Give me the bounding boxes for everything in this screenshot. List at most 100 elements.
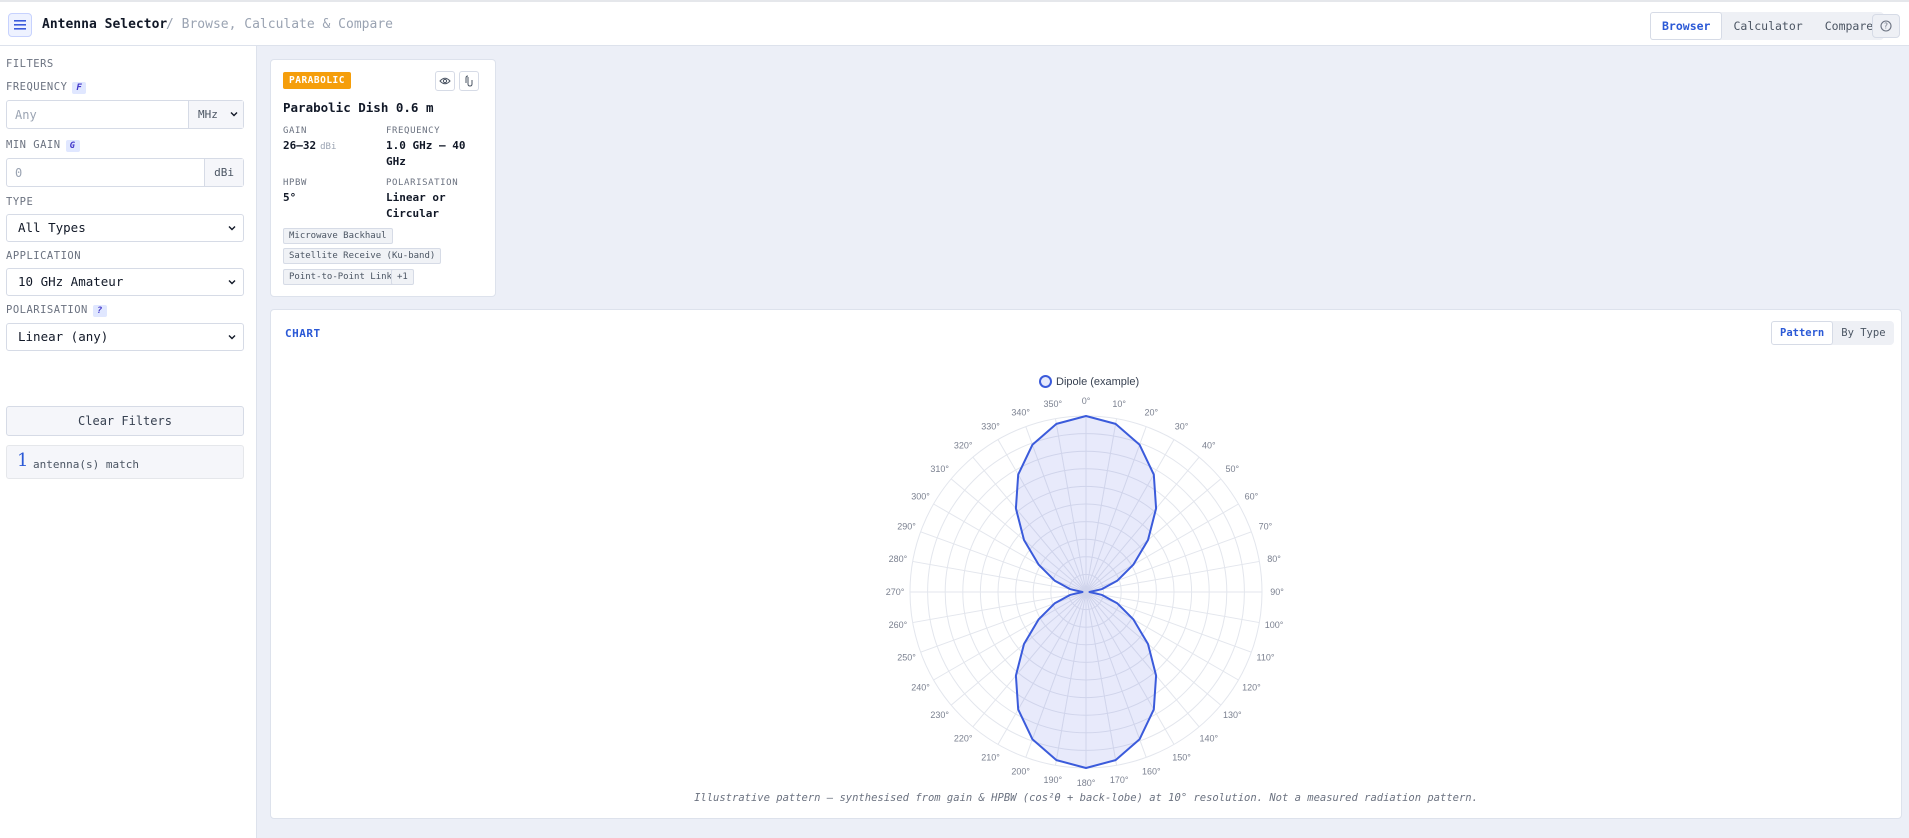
help-icon: ? — [1880, 20, 1892, 32]
angle-tick-label: 210° — [981, 752, 1000, 762]
main-tabs: Browser Calculator Compare — [1650, 12, 1885, 40]
polarisation-spec-value-line1: Linear or — [386, 191, 446, 204]
svg-text:?: ? — [1884, 22, 1888, 31]
angle-tick-label: 70° — [1259, 522, 1273, 532]
type-selected-value: All Types — [18, 220, 86, 235]
angle-tick-label: 0° — [1082, 396, 1091, 406]
help-button[interactable]: ? — [1872, 14, 1900, 38]
polarisation-spec-value-line2: Circular — [386, 207, 439, 220]
app-subtitle: / Browse, Calculate & Compare — [166, 17, 393, 32]
hpbw-value: 5° — [283, 191, 297, 204]
gain-value: 26–32 dBi — [283, 139, 337, 152]
polarisation-spec-label: POLARISATION — [386, 178, 459, 188]
min-gain-unit: dBi — [204, 159, 243, 186]
angle-tick-label: 10° — [1112, 399, 1126, 409]
angle-tick-label: 270° — [886, 587, 905, 597]
frequency-label: FREQUENCY F — [6, 81, 87, 94]
angle-tick-label: 140° — [1199, 733, 1218, 743]
min-gain-label: MIN GAIN G — [6, 139, 80, 152]
app-title: Antenna Selector — [42, 17, 168, 32]
view-button[interactable] — [435, 71, 455, 91]
min-gain-field: dBi — [6, 158, 244, 187]
angle-tick-label: 80° — [1267, 554, 1281, 564]
frequency-spec-value-line1: 1.0 GHz – 40 — [386, 139, 466, 152]
angle-tick-label: 20° — [1145, 408, 1159, 418]
application-label: APPLICATION — [6, 250, 82, 262]
angle-tick-label: 170° — [1110, 775, 1129, 785]
angle-tick-label: 100° — [1265, 620, 1284, 630]
angle-tick-label: 130° — [1223, 710, 1242, 720]
frequency-spec-label: FREQUENCY — [386, 126, 441, 136]
angle-tick-label: 350° — [1044, 399, 1063, 409]
match-count: 1 — [17, 450, 29, 471]
compare-button[interactable] — [459, 71, 479, 91]
angle-tick-label: 60° — [1245, 492, 1259, 502]
frequency-field: MHz — [6, 100, 244, 129]
filters-sidebar: FILTERS FREQUENCYF MHz MIN GAING dBi TYP… — [0, 46, 257, 838]
application-tag: Satellite Receive (Ku-band) — [283, 248, 442, 264]
polarisation-help-badge[interactable]: ? — [92, 305, 107, 317]
application-tag: Microwave Backhaul — [283, 228, 393, 244]
gain-unit: dBi — [320, 142, 337, 152]
type-badge: PARABOLIC — [283, 72, 351, 89]
angle-tick-label: 340° — [1011, 408, 1030, 418]
eye-icon — [439, 77, 451, 85]
application-tag: Point-to-Point Link — [283, 269, 398, 285]
tab-calculator[interactable]: Calculator — [1722, 12, 1813, 40]
angle-tick-label: 90° — [1270, 587, 1284, 597]
top-bar: Antenna Selector / Browse, Calculate & C… — [0, 0, 1909, 46]
angle-tick-label: 300° — [911, 492, 930, 502]
clear-filters-button[interactable]: Clear Filters — [6, 406, 244, 436]
frequency-unit-select[interactable]: MHz — [188, 101, 243, 128]
application-select[interactable]: 10 GHz Amateur — [6, 268, 244, 296]
hpbw-label: HPBW — [283, 178, 308, 188]
chart-panel: CHART Pattern By Type Dipole (example) 0… — [270, 309, 1902, 819]
frequency-key-badge: F — [72, 82, 87, 94]
angle-tick-label: 30° — [1175, 422, 1189, 432]
antenna-card[interactable]: PARABOLIC Parabolic Dish 0.6 m GAIN 26–3… — [270, 59, 496, 297]
angle-tick-label: 320° — [954, 441, 973, 451]
angle-tick-label: 230° — [930, 710, 949, 720]
tab-browser[interactable]: Browser — [1650, 12, 1723, 40]
angle-tick-label: 150° — [1172, 752, 1191, 762]
hamburger-icon — [14, 20, 26, 30]
more-tags-badge[interactable]: +1 — [391, 269, 414, 285]
type-label: TYPE — [6, 196, 34, 208]
min-gain-input[interactable] — [7, 159, 193, 186]
chevron-down-icon — [228, 226, 236, 231]
min-gain-key-badge: G — [65, 140, 80, 152]
angle-tick-label: 120° — [1242, 683, 1261, 693]
polar-chart: 0° 10° 20° 30° 40° 50° 60° 70° 80° 90° 100° 110° 120… — [886, 396, 1285, 788]
chevron-down-icon — [228, 335, 236, 340]
frequency-spec-value-line2: GHz — [386, 155, 406, 168]
angle-tick-label: 180° — [1077, 778, 1096, 788]
angle-tick-label: 50° — [1226, 464, 1240, 474]
angle-tick-label: 280° — [889, 554, 908, 564]
polarisation-selected-value: Linear (any) — [18, 329, 109, 344]
angle-tick-label: 220° — [954, 733, 973, 743]
angle-tick-label: 40° — [1202, 441, 1216, 451]
angle-tick-label: 200° — [1011, 766, 1030, 776]
angle-tick-label: 310° — [930, 464, 949, 474]
filters-heading: FILTERS — [6, 58, 54, 70]
polarisation-select[interactable]: Linear (any) — [6, 323, 244, 351]
antenna-name: Parabolic Dish 0.6 m — [283, 100, 434, 115]
angle-tick-label: 160° — [1142, 766, 1161, 776]
match-count-box: 1 antenna(s) match — [6, 445, 244, 479]
polarisation-label: POLARISATION? — [6, 304, 107, 317]
angle-tick-label: 290° — [897, 522, 916, 532]
application-selected-value: 10 GHz Amateur — [18, 274, 124, 289]
angle-tick-label: 250° — [897, 652, 916, 662]
menu-button[interactable] — [8, 13, 32, 37]
match-text: antenna(s) match — [33, 458, 139, 471]
gain-label: GAIN — [283, 126, 308, 136]
angle-tick-label: 330° — [981, 422, 1000, 432]
chart-caption: Illustrative pattern — synthesised from … — [694, 792, 1478, 804]
type-select[interactable]: All Types — [6, 214, 244, 242]
angle-tick-label: 240° — [911, 683, 930, 693]
chevron-down-icon — [228, 280, 236, 285]
angle-tick-label: 110° — [1257, 652, 1275, 662]
chevron-down-icon — [230, 112, 238, 117]
frequency-input[interactable] — [7, 101, 193, 128]
angle-tick-label: 260° — [889, 620, 908, 630]
